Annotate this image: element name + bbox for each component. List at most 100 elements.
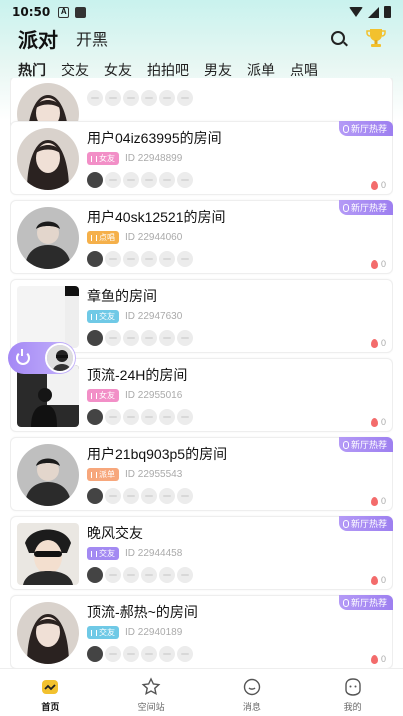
room-title: 顶流-郝热~的房间 — [87, 604, 198, 620]
floating-avatar — [45, 343, 75, 373]
mic-seats — [87, 90, 193, 106]
room-tag-label: 女友 — [99, 154, 115, 163]
empty-seat — [159, 488, 175, 504]
heat-indicator: 0 — [370, 417, 386, 427]
floating-room-button[interactable] — [8, 342, 76, 374]
empty-seat — [159, 646, 175, 662]
fire-icon — [370, 180, 378, 190]
room-title: 用户21bq903p5的房间 — [87, 446, 228, 462]
room-card[interactable]: 晚风交友 交友 ID 22944458 新厅热荐 0 — [10, 516, 393, 590]
mic-icon — [342, 440, 349, 449]
fire-icon — [370, 654, 378, 664]
room-tag-label: 交友 — [99, 628, 115, 637]
profile-icon — [343, 677, 363, 697]
nav-item-star[interactable]: 空间站 — [101, 669, 202, 716]
fire-icon — [370, 417, 378, 427]
empty-seat — [141, 567, 157, 583]
hot-recommend-badge: 新厅热荐 — [338, 121, 393, 136]
empty-seat — [159, 90, 175, 106]
room-id: ID 22955543 — [125, 469, 183, 480]
room-id: ID 22940189 — [125, 627, 183, 638]
home-icon — [40, 677, 60, 697]
empty-seat — [105, 172, 121, 188]
heat-value: 0 — [380, 180, 386, 190]
heat-indicator: 0 — [370, 338, 386, 348]
category-tab[interactable]: 拍拍吧 — [147, 60, 189, 80]
empty-seat — [177, 488, 193, 504]
empty-seat — [177, 251, 193, 267]
empty-seat — [87, 90, 103, 106]
search-icon[interactable] — [331, 31, 345, 45]
mic-seats — [87, 172, 193, 188]
nav-item-profile[interactable]: 我的 — [302, 669, 403, 716]
host-seat-avatar — [87, 409, 103, 425]
hot-recommend-label: 新厅热荐 — [350, 124, 387, 134]
room-meta: 交友 ID 22944458 — [87, 547, 182, 560]
notification-square-icon — [75, 6, 87, 18]
room-tag: 女友 — [87, 389, 119, 402]
room-tag-label: 点唱 — [99, 233, 115, 242]
empty-seat — [159, 330, 175, 346]
room-card[interactable]: 用户21bq903p5的房间 派单 ID 22955543 新厅热荐 0 — [10, 437, 393, 511]
heat-value: 0 — [380, 259, 386, 269]
empty-seat — [123, 251, 139, 267]
host-seat-avatar — [87, 646, 103, 662]
category-tab[interactable]: 点唱 — [290, 60, 318, 80]
tab-party[interactable]: 派对 — [14, 24, 58, 53]
room-meta: 交友 ID 22947630 — [87, 310, 182, 323]
top-header: 派对 开黑 — [0, 22, 403, 54]
trophy-icon[interactable] — [365, 27, 387, 49]
mic-icon — [342, 598, 349, 607]
empty-seat — [141, 488, 157, 504]
empty-seat — [105, 330, 121, 346]
room-avatar — [17, 286, 79, 348]
empty-seat — [123, 488, 139, 504]
equalizer-icon — [91, 629, 97, 636]
tab-gaming[interactable]: 开黑 — [76, 26, 108, 50]
hot-recommend-label: 新厅热荐 — [350, 519, 387, 529]
empty-seat — [177, 646, 193, 662]
category-tab[interactable]: 女友 — [104, 60, 132, 80]
room-card[interactable]: 用户40sk12521的房间 点唱 ID 22944060 新厅热荐 0 — [10, 200, 393, 274]
empty-seat — [177, 172, 193, 188]
empty-seat — [123, 567, 139, 583]
empty-seat — [177, 90, 193, 106]
empty-seat — [123, 330, 139, 346]
nav-label: 空间站 — [137, 702, 165, 712]
nav-item-message[interactable]: 消息 — [202, 669, 303, 716]
category-tab[interactable]: 交友 — [61, 60, 89, 80]
empty-seat — [105, 488, 121, 504]
room-tag: 点唱 — [87, 231, 119, 244]
equalizer-icon — [91, 392, 97, 399]
category-tab[interactable]: 派单 — [247, 60, 275, 80]
room-card[interactable]: 顶流-郝热~的房间 交友 ID 22940189 新厅热荐 0 — [10, 595, 393, 668]
room-avatar — [17, 207, 79, 269]
host-seat-avatar — [87, 330, 103, 346]
room-tag: 交友 — [87, 310, 119, 323]
room-avatar — [17, 602, 79, 664]
room-title: 用户40sk12521的房间 — [87, 209, 226, 225]
empty-seat — [177, 567, 193, 583]
power-icon[interactable] — [16, 349, 30, 365]
room-tag-label: 派单 — [99, 470, 115, 479]
room-card[interactable]: 用户04iz63995的房间 女友 ID 22948899 新厅热荐 0 — [10, 121, 393, 195]
room-meta: 派单 ID 22955543 — [87, 468, 182, 481]
nav-label: 首页 — [41, 702, 60, 712]
host-seat-avatar — [87, 172, 103, 188]
heat-indicator: 0 — [370, 496, 386, 506]
room-card[interactable]: 章鱼的房间 交友 ID 22947630 0 — [10, 279, 393, 353]
category-tab[interactable]: 热门 — [18, 60, 46, 83]
room-title: 顶流-24H的房间 — [87, 367, 188, 383]
empty-seat — [123, 409, 139, 425]
fire-icon — [370, 496, 378, 506]
nav-item-home[interactable]: 首页 — [0, 669, 101, 716]
empty-seat — [141, 90, 157, 106]
star-icon — [141, 677, 161, 697]
heat-value: 0 — [380, 496, 386, 506]
empty-seat — [141, 409, 157, 425]
host-seat-avatar — [87, 488, 103, 504]
category-tab[interactable]: 男友 — [204, 60, 232, 80]
equalizer-icon — [91, 550, 97, 557]
room-tag: 交友 — [87, 626, 119, 639]
heat-value: 0 — [380, 417, 386, 427]
